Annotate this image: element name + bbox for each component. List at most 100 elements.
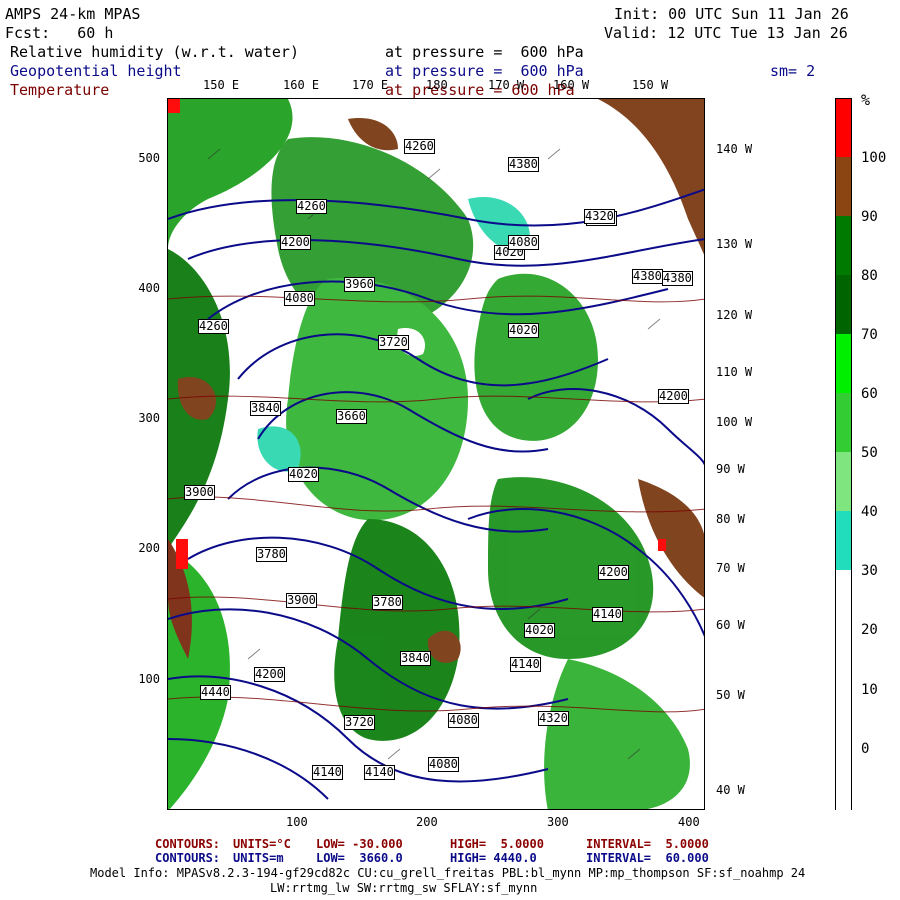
lon-label-right: 120 W <box>716 308 753 322</box>
lon-label: 180 <box>426 78 448 92</box>
lon-label-right: 90 W <box>716 462 745 476</box>
cb-segment <box>836 393 851 452</box>
contour-label: 3780 <box>256 547 287 562</box>
height-high: HIGH= 4440.0 <box>450 851 537 865</box>
contour-label: 3960 <box>344 277 375 292</box>
contour-label: 4080 <box>448 713 479 728</box>
cb-label: 60 <box>861 386 878 402</box>
contour-label: 4080 <box>428 757 459 772</box>
contour-label: 4380 <box>662 271 693 286</box>
lon-label-right: 60 W <box>716 618 745 632</box>
height-units: UNITS=m <box>233 851 284 865</box>
contour-label: 3840 <box>400 651 431 666</box>
cb-label: 80 <box>861 268 878 284</box>
contour-label: 4320 <box>538 711 569 726</box>
cb-label: 40 <box>861 504 878 520</box>
model-title: AMPS 24-km MPAS <box>5 5 141 23</box>
y-tick: 400 <box>138 281 160 295</box>
temp-high: HIGH= 5.0000 <box>450 837 544 851</box>
cb-label: 30 <box>861 563 878 579</box>
contour-label: 4200 <box>658 389 689 404</box>
contour-label: 3720 <box>344 715 375 730</box>
field-temp-label: Temperature <box>10 81 110 99</box>
contour-label: 4140 <box>312 765 343 780</box>
contour-label: 3660 <box>336 409 367 424</box>
height-interval: INTERVAL= 60.000 <box>586 851 709 865</box>
contour-label: 4140 <box>510 657 541 672</box>
lon-label-right: 100 W <box>716 415 753 429</box>
contour-label: 3720 <box>378 335 409 350</box>
x-tick: 300 <box>547 815 569 829</box>
contour-label: 3780 <box>372 595 403 610</box>
lon-label: 170 E <box>352 78 389 92</box>
cb-segment <box>836 275 851 334</box>
forecast-hour: Fcst: 60 h <box>5 24 114 42</box>
contour-label: 4200 <box>254 667 285 682</box>
contour-label: 4200 <box>598 565 629 580</box>
lon-label-right: 70 W <box>716 561 745 575</box>
field-height-level: at pressure = 600 hPa <box>385 62 584 80</box>
lon-label-right: 40 W <box>716 783 745 797</box>
cb-label: 50 <box>861 445 878 461</box>
colorbar-unit: % <box>861 91 871 109</box>
lon-label-right: 130 W <box>716 237 753 251</box>
contour-label: 4260 <box>198 319 229 334</box>
contour-label: 4260 <box>296 199 327 214</box>
cb-label: 20 <box>861 622 878 638</box>
model-info: Model Info: MPASv8.2.3-194-gf29cd82c CU:… <box>90 866 806 880</box>
contour-label: 4200 <box>280 235 311 250</box>
contour-label: 3900 <box>286 593 317 608</box>
y-tick: 100 <box>138 672 160 686</box>
cb-segment <box>836 452 851 511</box>
contour-label: 4380 <box>508 157 539 172</box>
height-contours-label: CONTOURS: <box>155 851 221 865</box>
contour-label: 4140 <box>364 765 395 780</box>
cb-segment <box>836 216 851 275</box>
cb-segment <box>836 99 851 157</box>
field-rh-level: at pressure = 600 hPa <box>385 43 584 61</box>
lon-label: 160 E <box>283 78 320 92</box>
contour-label: 4440 <box>200 685 231 700</box>
cb-segment <box>836 334 851 393</box>
cb-label: 100 <box>861 150 887 166</box>
contour-label: 4020 <box>288 467 319 482</box>
y-tick: 300 <box>138 411 160 425</box>
field-height-label: Geopotential height <box>10 62 182 80</box>
lon-label: 160 W <box>553 78 590 92</box>
lon-label-right: 110 W <box>716 365 753 379</box>
temp-low: LOW= -30.000 <box>316 837 403 851</box>
temp-interval: INTERVAL= 5.0000 <box>586 837 709 851</box>
temp-units: UNITS=°C <box>233 837 291 851</box>
cb-label: 0 <box>861 741 870 757</box>
model-info-line2: LW:rrtmg_lw SW:rrtmg_sw SFLAY:sf_mynn <box>270 881 538 895</box>
contour-label: 4020 <box>524 623 555 638</box>
cb-segment <box>836 157 851 216</box>
lon-label-right: 50 W <box>716 688 745 702</box>
x-tick: 400 <box>678 815 700 829</box>
smoothing-label: sm= 2 <box>770 62 816 80</box>
lon-label: 150 E <box>203 78 240 92</box>
map-graphic <box>168 99 704 809</box>
contour-label: 3900 <box>184 485 215 500</box>
y-tick: 500 <box>138 151 160 165</box>
y-tick: 200 <box>138 541 160 555</box>
cb-label: 10 <box>861 682 878 698</box>
x-tick: 100 <box>286 815 308 829</box>
contour-label: 3840 <box>250 401 281 416</box>
cb-segment <box>836 511 851 570</box>
cb-label: 70 <box>861 327 878 343</box>
contour-label: 4020 <box>508 323 539 338</box>
field-rh-label: Relative humidity (w.r.t. water) <box>10 43 299 61</box>
contour-label: 4080 <box>508 235 539 250</box>
contour-label: 4140 <box>592 607 623 622</box>
lon-label: 150 W <box>632 78 669 92</box>
x-tick: 200 <box>416 815 438 829</box>
field-temp-level: at pressure = 600 hPa <box>385 81 575 99</box>
weather-map: 4260 4380 4380 4260 4200 4260 4080 3960 … <box>167 98 705 810</box>
lon-label: 170 W <box>488 78 525 92</box>
cb-label: 90 <box>861 209 878 225</box>
cb-segment <box>836 570 851 811</box>
rh-colorbar <box>835 98 852 811</box>
valid-time: Valid: 12 UTC Tue 13 Jan 26 <box>604 24 848 42</box>
init-time: Init: 00 UTC Sun 11 Jan 26 <box>614 5 849 23</box>
